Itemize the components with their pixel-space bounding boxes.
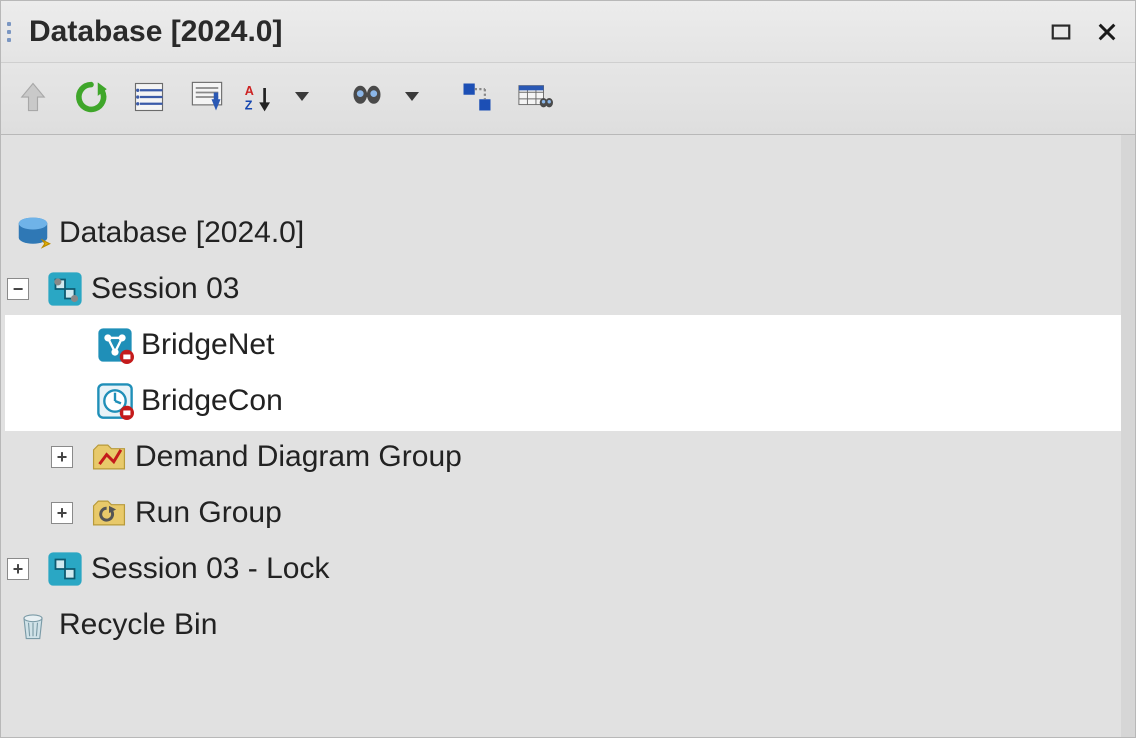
database-panel: Database [2024.0] AZ — [0, 0, 1136, 738]
tree-view[interactable]: Database [2024.0] − Session 03 BridgeNet — [1, 135, 1135, 737]
maximize-button[interactable] — [1047, 18, 1075, 46]
tree-root-database[interactable]: Database [2024.0] — [7, 205, 1121, 261]
pipe-session-lock-icon — [45, 549, 85, 589]
window-controls — [1047, 18, 1121, 46]
vertical-scrollbar[interactable] — [1121, 135, 1135, 737]
svg-text:A: A — [245, 84, 254, 98]
expander-plus-icon[interactable]: + — [7, 558, 29, 580]
toolbar: AZ — [1, 63, 1135, 135]
tree-item-recycle-label: Recycle Bin — [59, 608, 217, 642]
tree-item-session[interactable]: − Session 03 — [7, 261, 1121, 317]
svg-text:Z: Z — [245, 98, 253, 112]
network-icon — [95, 325, 135, 365]
tree-item-rungroup-label: Run Group — [135, 496, 282, 530]
window-title: Database [2024.0] — [29, 15, 282, 49]
find-dropdown-caret-icon[interactable] — [405, 92, 419, 101]
clock-control-icon — [95, 381, 135, 421]
grid-find-button[interactable] — [513, 75, 557, 119]
refresh-button[interactable] — [69, 75, 113, 119]
tree-item-run-group[interactable]: + Run Group — [7, 485, 1121, 541]
tree-item-sessionlock-label: Session 03 - Lock — [91, 552, 329, 586]
tree-item-bridgecon[interactable]: BridgeCon — [7, 373, 1121, 429]
tree-item-session-lock[interactable]: + Session 03 - Lock — [7, 541, 1121, 597]
sort-az-button[interactable]: AZ — [243, 75, 279, 119]
expander-plus-icon[interactable]: + — [51, 502, 73, 524]
sort-dropdown-caret-icon[interactable] — [295, 92, 309, 101]
list-view-button[interactable] — [127, 75, 171, 119]
pipe-session-icon — [45, 269, 85, 309]
tree-item-bridgecon-label: BridgeCon — [141, 384, 283, 418]
folder-run-icon — [89, 493, 129, 533]
up-arrow-button[interactable] — [11, 75, 55, 119]
folder-diagram-icon — [89, 437, 129, 477]
tree-item-bridgenet-label: BridgeNet — [141, 328, 274, 362]
expander-plus-icon[interactable]: + — [51, 446, 73, 468]
titlebar: Database [2024.0] — [1, 1, 1135, 63]
database-icon — [13, 213, 53, 253]
download-list-button[interactable] — [185, 75, 229, 119]
tree-item-bridgenet[interactable]: BridgeNet — [7, 317, 1121, 373]
tree-item-demand-label: Demand Diagram Group — [135, 440, 462, 474]
find-button[interactable] — [345, 75, 389, 119]
linked-nodes-button[interactable] — [455, 75, 499, 119]
tree-root-label: Database [2024.0] — [59, 216, 304, 250]
recycle-bin-icon — [13, 605, 53, 645]
tree-item-demand-group[interactable]: + Demand Diagram Group — [7, 429, 1121, 485]
tree-item-recycle-bin[interactable]: Recycle Bin — [7, 597, 1121, 653]
expander-minus-icon[interactable]: − — [7, 278, 29, 300]
tree-item-session-label: Session 03 — [91, 272, 239, 306]
close-button[interactable] — [1093, 18, 1121, 46]
drag-handle-icon[interactable] — [7, 16, 23, 48]
